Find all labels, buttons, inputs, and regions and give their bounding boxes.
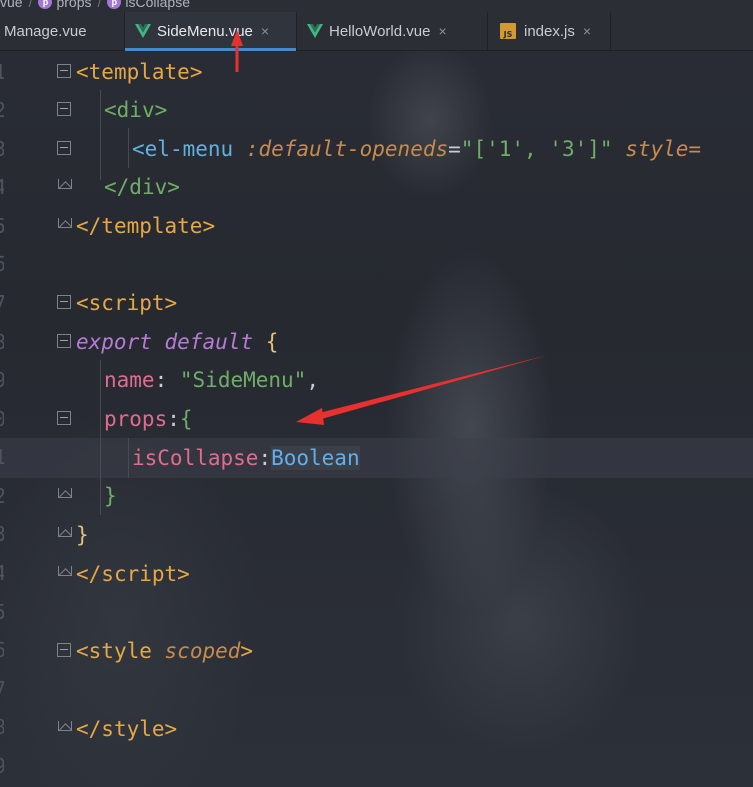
tab-label: index.js: [524, 22, 575, 40]
close-icon[interactable]: ×: [438, 23, 446, 39]
js-file-icon: JS: [500, 23, 516, 39]
code-line-style-close[interactable]: </style>: [76, 715, 177, 743]
code-line-props[interactable]: props:{: [104, 405, 193, 433]
breadcrumb-segment[interactable]: isCollapse: [125, 0, 190, 10]
code-line-el-menu[interactable]: <el-menu :default-openeds="['1', '3']" s…: [132, 135, 701, 163]
code-line-export-close[interactable]: }: [76, 521, 89, 549]
breadcrumb-segment[interactable]: vue: [0, 0, 23, 10]
line-number: 6: [0, 638, 4, 662]
line-number: 7: [0, 677, 4, 701]
line-number: 7: [0, 291, 4, 315]
line-number: 1: [0, 60, 4, 84]
code-line-export-default[interactable]: export default {: [76, 328, 278, 356]
tab-helloworld-vue[interactable]: HelloWorld.vue ×: [297, 12, 488, 50]
breadcrumb-separator: /: [28, 0, 33, 10]
code-line-script-open[interactable]: <script>: [76, 289, 177, 317]
vue-icon: [307, 24, 323, 38]
line-number: 3: [0, 522, 4, 546]
tab-label: HelloWorld.vue: [329, 22, 431, 40]
code-line-props-close[interactable]: }: [104, 482, 117, 510]
fold-collapse-icon[interactable]: [57, 295, 71, 309]
close-icon[interactable]: ×: [583, 23, 591, 39]
line-number: 5: [0, 600, 4, 624]
fold-end-icon[interactable]: [57, 216, 73, 232]
line-number: 9: [0, 754, 4, 778]
code-line-script-close[interactable]: </script>: [76, 560, 190, 588]
indent-guide: [100, 360, 101, 515]
indent-guide: [100, 90, 101, 180]
line-number: 1: [0, 445, 4, 469]
code-line-template-open[interactable]: <template>: [76, 58, 202, 86]
line-number: 2: [0, 98, 4, 122]
code-line-style-open[interactable]: <style scoped>: [76, 637, 253, 665]
fold-end-icon[interactable]: [57, 177, 73, 193]
editor-tab-bar: Manage.vue SideMenu.vue × HelloWorld.vue…: [0, 12, 753, 51]
fold-end-icon[interactable]: [57, 564, 73, 580]
property-icon: p: [107, 0, 122, 9]
code-line-template-close[interactable]: </template>: [76, 212, 215, 240]
close-icon[interactable]: ×: [261, 23, 269, 39]
fold-collapse-icon[interactable]: [57, 411, 71, 425]
fold-end-icon[interactable]: [57, 486, 73, 502]
code-line-name[interactable]: name: "SideMenu",: [104, 366, 319, 394]
code-line-iscollapse[interactable]: isCollapse:Boolean: [132, 444, 360, 472]
code-line-div-close[interactable]: </div>: [104, 173, 180, 201]
line-number: 9: [0, 368, 4, 392]
current-line-highlight: [0, 438, 753, 478]
tab-sidemenu-vue[interactable]: SideMenu.vue ×: [125, 12, 297, 51]
line-number: 4: [0, 175, 4, 199]
breadcrumb-segment[interactable]: props: [56, 0, 91, 10]
line-number: 5: [0, 214, 4, 238]
tab-manage-vue[interactable]: Manage.vue: [0, 12, 125, 50]
breadcrumb: vue / p props / p isCollapse: [0, 0, 753, 12]
fold-collapse-icon[interactable]: [57, 102, 71, 116]
indent-guide: [128, 438, 129, 478]
line-number: 8: [0, 330, 4, 354]
line-number: 0: [0, 407, 4, 431]
fold-end-icon[interactable]: [57, 525, 73, 541]
tab-label: Manage.vue: [4, 22, 87, 40]
line-number: 2: [0, 484, 4, 508]
tab-index-js[interactable]: JS index.js ×: [488, 12, 611, 50]
breadcrumb-separator: /: [97, 0, 102, 10]
fold-collapse-icon[interactable]: [57, 334, 71, 348]
property-icon: p: [38, 0, 53, 9]
line-number: 4: [0, 561, 4, 585]
vue-icon: [135, 24, 151, 38]
fold-end-icon[interactable]: [57, 719, 73, 735]
fold-collapse-icon[interactable]: [57, 141, 71, 155]
line-number: 8: [0, 715, 4, 739]
line-number: 3: [0, 137, 4, 161]
fold-collapse-icon[interactable]: [57, 64, 71, 78]
line-number: 6: [0, 252, 4, 276]
tab-label: SideMenu.vue: [157, 22, 253, 40]
indent-guide: [128, 128, 129, 168]
code-line-div-open[interactable]: <div>: [104, 96, 167, 124]
fold-collapse-icon[interactable]: [57, 643, 71, 657]
